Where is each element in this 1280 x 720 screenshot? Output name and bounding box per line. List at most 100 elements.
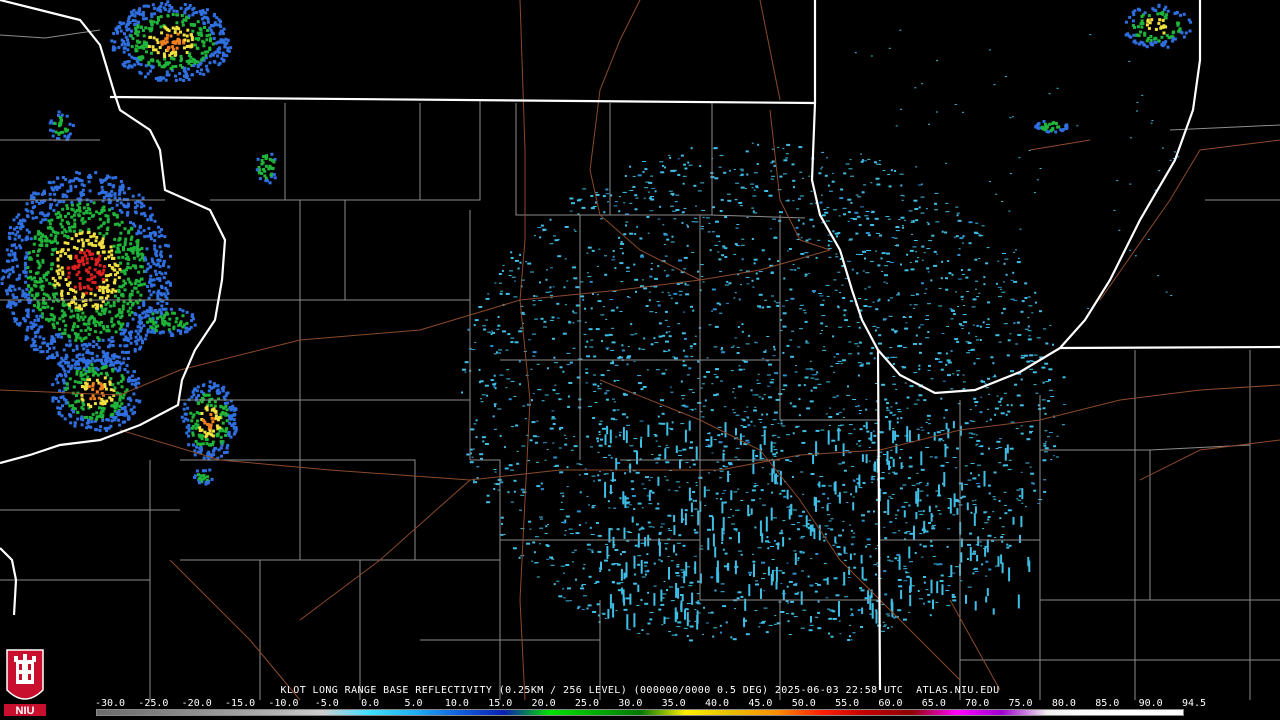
clear-air-echo [735,414,740,416]
clear-air-echo [815,429,820,432]
storm-echo [163,55,167,58]
clear-air-echo [609,299,614,300]
clear-air-echo [743,411,747,412]
clear-air-echo [683,570,686,584]
storm-echo [87,180,91,184]
clear-air-echo [668,349,671,352]
clear-air-echo [549,243,554,245]
clear-air-echo [889,347,893,349]
clear-air-echo [855,443,858,445]
clear-air-echo [584,307,586,310]
storm-echo [41,350,45,354]
clear-air-echo [778,570,783,572]
clear-air-echo [808,238,812,240]
clear-air-echo [811,290,816,292]
clear-air-echo [505,387,508,389]
storm-echo [106,220,110,224]
storm-echo [169,34,173,38]
storm-echo [142,211,146,215]
clear-air-echo [789,339,793,341]
storm-echo [85,269,89,273]
clear-air-echo [859,364,864,367]
clear-air-echo [723,406,727,408]
clear-air-echo [719,631,722,634]
clear-air-echo [536,420,539,422]
clear-air-echo [971,306,976,308]
clear-air-echo [806,407,811,410]
clear-air-echo [836,235,838,238]
storm-echo [137,30,141,34]
clear-air-echo [624,495,627,509]
storm-echo [185,15,189,19]
clear-air-echo [753,563,755,578]
clear-air-echo [815,256,818,259]
clear-air-echo [719,210,723,212]
clear-air-echo [501,522,503,525]
clear-air-echo [572,266,577,269]
clear-air-echo [773,623,777,625]
storm-echo [77,270,81,274]
clear-air-echo [700,411,703,413]
clear-air-echo [766,413,769,416]
clear-air-echo [700,545,703,547]
clear-air-echo [994,537,997,539]
clear-air-echo [487,331,492,333]
clear-air-echo [629,232,634,235]
storm-echo [7,275,10,279]
clear-air-echo [855,485,858,493]
storm-echo [110,253,114,257]
clear-air-echo [757,373,760,375]
clear-air-echo [909,304,912,306]
clear-air-echo [1043,444,1047,447]
clear-air-echo [697,377,700,379]
clear-air-echo [837,271,841,273]
storm-echo [61,270,65,274]
storm-echo [103,178,107,182]
clear-air-echo [687,225,689,228]
storm-echo [83,220,87,224]
clear-air-echo [683,256,688,259]
clear-air-echo [772,218,777,220]
clear-air-echo [611,341,616,344]
clear-air-echo [1021,488,1024,500]
storm-echo [140,56,144,60]
clear-air-echo [830,365,834,367]
clear-air-echo [785,300,789,302]
clear-air-echo [621,349,625,352]
clear-air-echo [616,306,619,309]
clear-air-echo [600,438,603,441]
clear-air-echo [950,318,954,320]
clear-air-echo [1147,239,1150,240]
clear-air-echo [874,217,879,220]
clear-air-echo [753,189,756,191]
clear-air-echo [890,297,894,299]
storm-echo [25,214,29,218]
clear-air-echo [565,438,568,440]
clear-air-echo [844,319,849,322]
clear-air-echo [872,301,875,303]
clear-air-echo [756,277,760,280]
clear-air-echo [725,302,729,304]
storm-echo [200,51,204,55]
clear-air-echo [678,486,681,488]
clear-air-echo [1015,343,1019,345]
storm-echo [174,53,178,57]
storm-echo [122,21,126,25]
clear-air-echo [978,258,981,259]
clear-air-echo [601,612,606,614]
clear-air-echo [733,528,738,531]
clear-air-echo [740,425,744,427]
storm-echo [78,209,82,213]
clear-air-echo [613,205,618,207]
storm-echo [178,72,182,76]
storm-echo [104,303,108,306]
clear-air-echo [685,293,690,296]
clear-air-echo [518,360,521,363]
clear-air-echo [689,639,693,642]
clear-air-echo [648,191,650,193]
clear-air-echo [676,611,679,620]
clear-air-echo [737,591,742,594]
clear-air-echo [1136,101,1139,103]
storm-echo [70,207,74,211]
storm-echo [52,208,56,212]
